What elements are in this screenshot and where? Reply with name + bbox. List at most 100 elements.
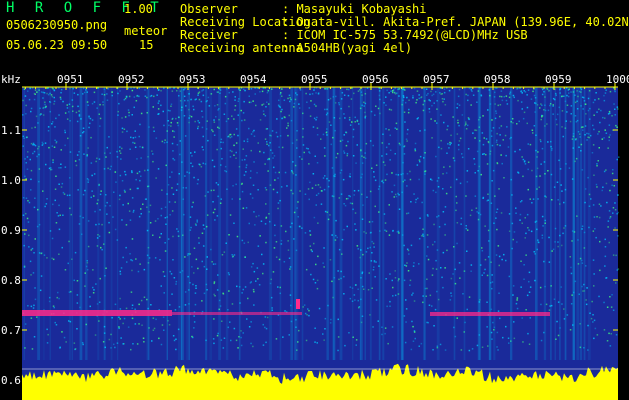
noise-speck bbox=[594, 228, 596, 230]
noise-speck bbox=[121, 180, 124, 182]
noise-speck bbox=[431, 137, 433, 139]
noise-speck bbox=[168, 201, 171, 203]
noise-speck bbox=[190, 115, 193, 118]
noise-speck bbox=[593, 216, 596, 218]
noise-speck bbox=[470, 270, 472, 272]
noise-speck bbox=[329, 322, 332, 324]
noise-speck bbox=[136, 95, 138, 97]
noise-speck bbox=[172, 130, 174, 132]
noise-speck bbox=[32, 142, 35, 145]
noise-speck bbox=[164, 206, 167, 208]
receiver-value: : ICOM IC-575 53.7492(@LCD)MHz USB bbox=[282, 28, 528, 42]
noise-speck bbox=[495, 141, 498, 143]
noise-speck bbox=[616, 213, 618, 215]
noise-speck bbox=[60, 88, 63, 91]
noise-speck bbox=[539, 286, 542, 289]
noise-speck bbox=[416, 164, 419, 166]
noise-speck bbox=[363, 101, 365, 104]
noise-speck bbox=[171, 142, 174, 145]
noise-speck bbox=[229, 214, 232, 216]
noise-speck bbox=[603, 170, 606, 173]
noise-speck bbox=[518, 120, 520, 123]
noise-speck bbox=[252, 262, 254, 265]
noise-speck bbox=[613, 103, 615, 105]
noise-speck bbox=[250, 266, 253, 268]
noise-speck bbox=[508, 342, 510, 344]
noise-speck bbox=[29, 158, 31, 161]
noise-streak bbox=[477, 87, 481, 360]
noise-speck bbox=[60, 149, 62, 151]
noise-speck bbox=[160, 90, 162, 92]
noise-speck bbox=[245, 171, 247, 173]
noise-speck bbox=[45, 163, 47, 166]
noise-speck bbox=[404, 264, 406, 266]
noise-speck bbox=[435, 259, 437, 262]
noise-speck bbox=[615, 282, 617, 284]
noise-speck bbox=[173, 277, 176, 279]
noise-speck bbox=[570, 272, 573, 275]
noise-speck bbox=[306, 314, 308, 316]
noise-streak bbox=[352, 87, 354, 360]
noise-speck bbox=[614, 114, 616, 116]
noise-speck bbox=[450, 134, 452, 137]
noise-streak bbox=[85, 87, 88, 360]
noise-speck bbox=[143, 341, 145, 343]
noise-speck bbox=[95, 283, 97, 285]
noise-speck bbox=[281, 95, 283, 97]
noise-speck bbox=[73, 92, 76, 94]
noise-speck bbox=[34, 126, 36, 129]
noise-speck bbox=[520, 286, 522, 288]
signal-band-mid bbox=[172, 312, 302, 315]
noise-speck bbox=[313, 242, 315, 245]
noise-streak bbox=[378, 87, 381, 360]
noise-speck bbox=[609, 216, 612, 218]
noise-speck bbox=[466, 170, 469, 172]
noise-speck bbox=[266, 316, 269, 319]
noise-speck bbox=[324, 108, 326, 111]
noise-speck bbox=[255, 104, 257, 107]
noise-speck bbox=[130, 87, 132, 89]
noise-speck bbox=[202, 224, 205, 226]
noise-speck bbox=[593, 128, 595, 131]
noise-speck bbox=[240, 336, 242, 339]
noise-speck bbox=[237, 347, 239, 349]
noise-speck bbox=[134, 308, 136, 310]
noise-speck bbox=[316, 127, 319, 129]
noise-speck bbox=[485, 153, 487, 156]
noise-speck bbox=[452, 273, 454, 275]
noise-speck bbox=[505, 95, 508, 97]
noise-speck bbox=[532, 198, 535, 200]
noise-speck bbox=[346, 225, 348, 228]
noise-speck bbox=[122, 256, 124, 259]
noise-speck bbox=[415, 198, 417, 201]
noise-speck bbox=[29, 260, 32, 263]
noise-speck bbox=[307, 308, 309, 310]
noise-speck bbox=[87, 104, 89, 106]
noise-speck bbox=[136, 187, 139, 190]
noise-speck bbox=[248, 326, 251, 328]
noise-speck bbox=[160, 104, 162, 107]
noise-speck bbox=[316, 287, 319, 290]
noise-speck bbox=[374, 205, 376, 208]
noise-speck bbox=[242, 112, 245, 114]
noise-speck bbox=[173, 136, 175, 138]
noise-speck bbox=[221, 320, 223, 322]
noise-speck bbox=[31, 348, 34, 350]
noise-speck bbox=[320, 203, 323, 205]
noise-speck bbox=[191, 266, 193, 268]
noise-speck bbox=[345, 131, 348, 134]
noise-speck bbox=[412, 265, 415, 267]
noise-speck bbox=[129, 253, 131, 255]
noise-speck bbox=[52, 88, 54, 90]
noise-speck bbox=[39, 289, 42, 292]
time-tick-label: 0951 bbox=[57, 73, 84, 86]
noise-speck bbox=[608, 110, 611, 113]
noise-speck bbox=[497, 349, 499, 351]
noise-speck bbox=[212, 263, 215, 265]
noise-speck bbox=[47, 333, 49, 336]
receiver-label: Receiver bbox=[180, 28, 238, 42]
noise-speck bbox=[531, 202, 533, 204]
noise-speck bbox=[193, 108, 195, 111]
noise-speck bbox=[595, 92, 597, 94]
noise-speck bbox=[499, 104, 502, 106]
